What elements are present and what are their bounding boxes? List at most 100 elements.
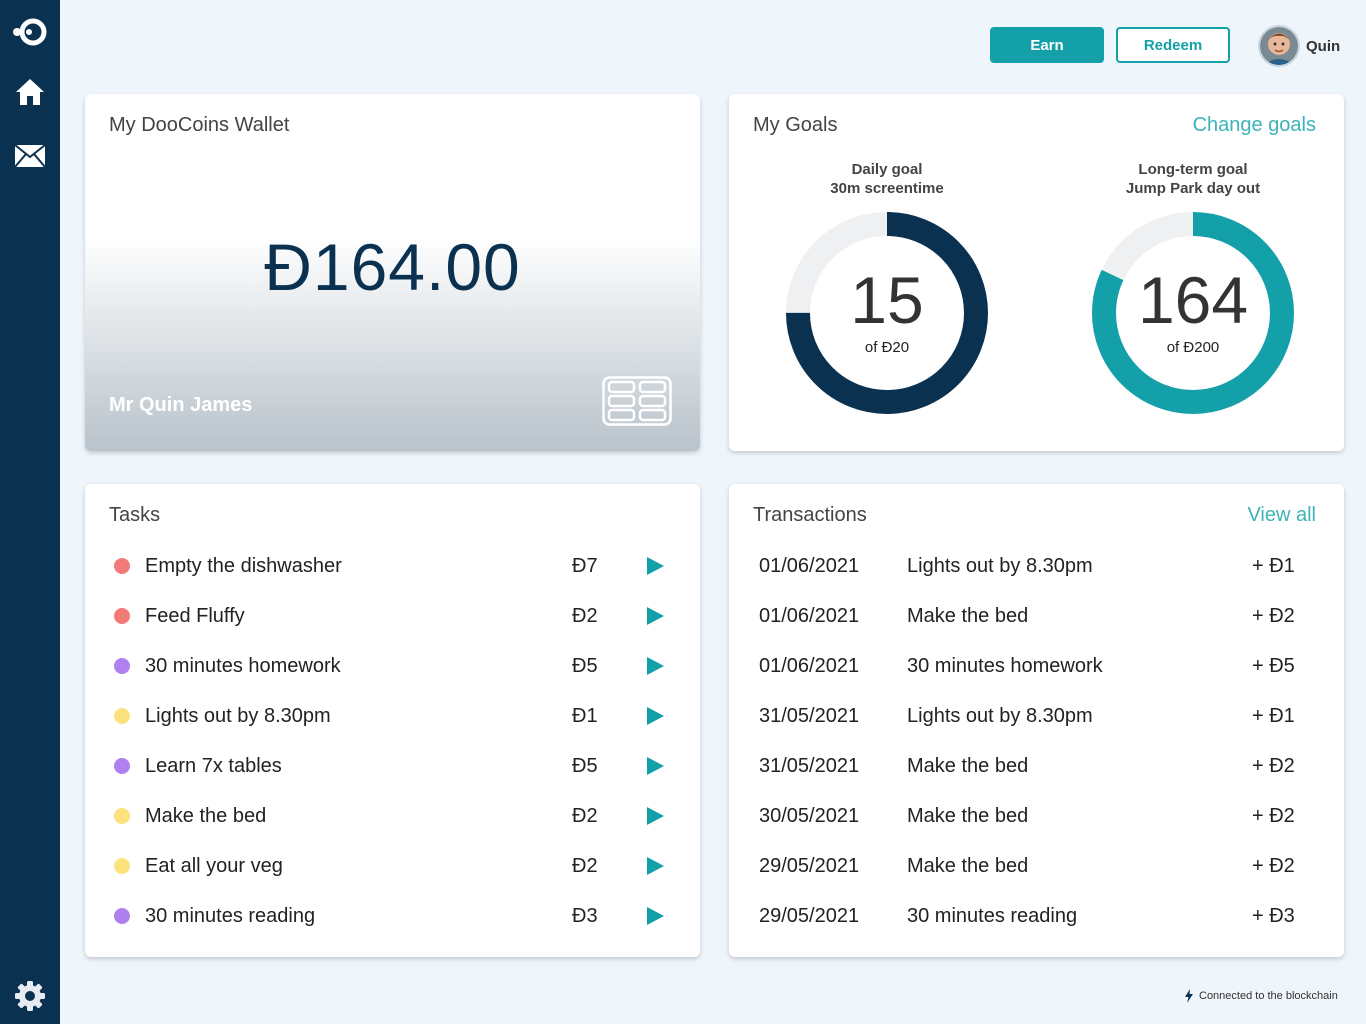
task-category-dot <box>114 758 130 774</box>
play-icon[interactable] <box>645 756 665 776</box>
task-name: Eat all your veg <box>145 854 283 877</box>
card-chip-icon <box>602 376 672 431</box>
transaction-date: 29/05/2021 <box>759 854 860 877</box>
transaction-description: Make the bed <box>907 604 1029 627</box>
task-name: Feed Fluffy <box>145 604 245 627</box>
longterm-goal-heading: Long-term goal <box>1138 161 1248 178</box>
task-row[interactable]: 30 minutes reading Đ3 <box>85 896 700 936</box>
task-reward: Đ3 <box>572 904 598 927</box>
play-icon[interactable] <box>645 706 665 726</box>
play-icon[interactable] <box>645 806 665 826</box>
transaction-date: 01/06/2021 <box>759 654 860 677</box>
transaction-amount: + Đ2 <box>1252 854 1295 877</box>
transaction-description: Make the bed <box>907 854 1029 877</box>
mail-icon[interactable] <box>0 136 60 176</box>
user-menu[interactable]: Quin <box>1258 25 1340 67</box>
task-name: 30 minutes reading <box>145 904 316 927</box>
transaction-description: 30 minutes homework <box>907 654 1103 677</box>
task-category-dot <box>114 658 130 674</box>
tasks-title: Tasks <box>109 504 161 526</box>
transaction-row: 01/06/2021 Lights out by 8.30pm + Đ1 <box>729 546 1344 586</box>
play-icon[interactable] <box>645 856 665 876</box>
earn-button[interactable]: Earn <box>990 27 1104 63</box>
play-icon[interactable] <box>645 656 665 676</box>
task-name: Lights out by 8.30pm <box>145 704 331 727</box>
transaction-amount: + Đ3 <box>1252 904 1295 927</box>
transaction-row: 01/06/2021 30 minutes homework + Đ5 <box>729 646 1344 686</box>
task-name: Learn 7x tables <box>145 754 282 777</box>
user-name: Quin <box>1306 37 1341 55</box>
task-name: 30 minutes homework <box>145 654 341 677</box>
transaction-description: Lights out by 8.30pm <box>907 554 1093 577</box>
task-row[interactable]: Eat all your veg Đ2 <box>85 846 700 886</box>
tasks-card: Tasks Empty the dishwasher Đ7 Feed Fluffy Đ… <box>85 484 700 957</box>
task-reward: Đ1 <box>572 704 598 727</box>
transaction-date: 30/05/2021 <box>759 804 860 827</box>
task-reward: Đ7 <box>572 554 598 577</box>
transaction-date: 01/06/2021 <box>759 554 860 577</box>
transaction-row: 31/05/2021 Make the bed + Đ2 <box>729 746 1344 786</box>
transaction-description: Make the bed <box>907 804 1029 827</box>
sidebar <box>0 0 60 1024</box>
transaction-amount: + Đ1 <box>1252 704 1295 727</box>
goals-card: My Goals Change goals Daily goal 30m scr… <box>729 94 1344 451</box>
task-category-dot <box>114 558 130 574</box>
task-row[interactable]: Feed Fluffy Đ2 <box>85 596 700 636</box>
blockchain-status: Connected to the blockchain <box>1184 989 1338 1003</box>
transactions-title: Transactions <box>753 504 867 526</box>
transaction-date: 29/05/2021 <box>759 904 860 927</box>
transaction-amount: + Đ5 <box>1252 654 1295 677</box>
task-name: Make the bed <box>145 804 267 827</box>
transaction-row: 29/05/2021 Make the bed + Đ2 <box>729 846 1344 886</box>
app-logo-icon[interactable] <box>0 12 60 52</box>
transaction-row: 29/05/2021 30 minutes reading + Đ3 <box>729 896 1344 936</box>
task-row[interactable]: Make the bed Đ2 <box>85 796 700 836</box>
task-category-dot <box>114 608 130 624</box>
task-reward: Đ2 <box>572 604 598 627</box>
longterm-goal-target: of Đ200 <box>1166 339 1220 356</box>
transaction-date: 31/05/2021 <box>759 704 860 727</box>
task-category-dot <box>114 908 130 924</box>
wallet-balance: Đ164.00 <box>264 230 521 304</box>
lightning-icon <box>1185 989 1193 1003</box>
longterm-goal-progress-ring: 164 of Đ200 <box>1090 210 1296 416</box>
task-reward: Đ5 <box>572 754 598 777</box>
transaction-description: Make the bed <box>907 754 1029 777</box>
wallet-card: My DooCoins Wallet Đ164.00 Mr Quin James <box>85 94 700 451</box>
transactions-card: Transactions View all 01/06/2021 Lights o… <box>729 484 1344 957</box>
transaction-date: 31/05/2021 <box>759 754 860 777</box>
transaction-amount: + Đ2 <box>1252 804 1295 827</box>
goals-title: My Goals <box>753 114 838 136</box>
settings-gear-icon[interactable] <box>0 976 60 1016</box>
transaction-row: 31/05/2021 Lights out by 8.30pm + Đ1 <box>729 696 1344 736</box>
play-icon[interactable] <box>645 906 665 926</box>
daily-goal-name: 30m screentime <box>830 180 944 197</box>
transaction-row: 01/06/2021 Make the bed + Đ2 <box>729 596 1344 636</box>
play-icon[interactable] <box>645 606 665 626</box>
wallet-title: My DooCoins Wallet <box>109 114 290 136</box>
daily-goal: Daily goal 30m screentime 15 of Đ20 <box>757 160 1017 416</box>
wallet-owner-name: Mr Quin James <box>109 394 253 416</box>
avatar <box>1258 25 1300 67</box>
task-row[interactable]: Lights out by 8.30pm Đ1 <box>85 696 700 736</box>
transaction-description: Lights out by 8.30pm <box>907 704 1093 727</box>
task-category-dot <box>114 708 130 724</box>
task-row[interactable]: Learn 7x tables Đ5 <box>85 746 700 786</box>
transaction-amount: + Đ2 <box>1252 604 1295 627</box>
task-row[interactable]: Empty the dishwasher Đ7 <box>85 546 700 586</box>
home-icon[interactable] <box>0 72 60 112</box>
redeem-button[interactable]: Redeem <box>1116 27 1230 63</box>
change-goals-link[interactable]: Change goals <box>1193 114 1316 137</box>
longterm-goal-name: Jump Park day out <box>1125 180 1261 197</box>
daily-goal-target: of Đ20 <box>864 339 910 356</box>
blockchain-status-text: Connected to the blockchain <box>1199 990 1338 1002</box>
transaction-date: 01/06/2021 <box>759 604 860 627</box>
task-row[interactable]: 30 minutes homework Đ5 <box>85 646 700 686</box>
transaction-amount: + Đ1 <box>1252 554 1295 577</box>
play-icon[interactable] <box>645 556 665 576</box>
view-all-link[interactable]: View all <box>1247 504 1316 527</box>
transaction-amount: + Đ2 <box>1252 754 1295 777</box>
transaction-description: 30 minutes reading <box>907 904 1078 927</box>
task-name: Empty the dishwasher <box>145 554 342 577</box>
daily-goal-heading: Daily goal <box>851 161 923 178</box>
